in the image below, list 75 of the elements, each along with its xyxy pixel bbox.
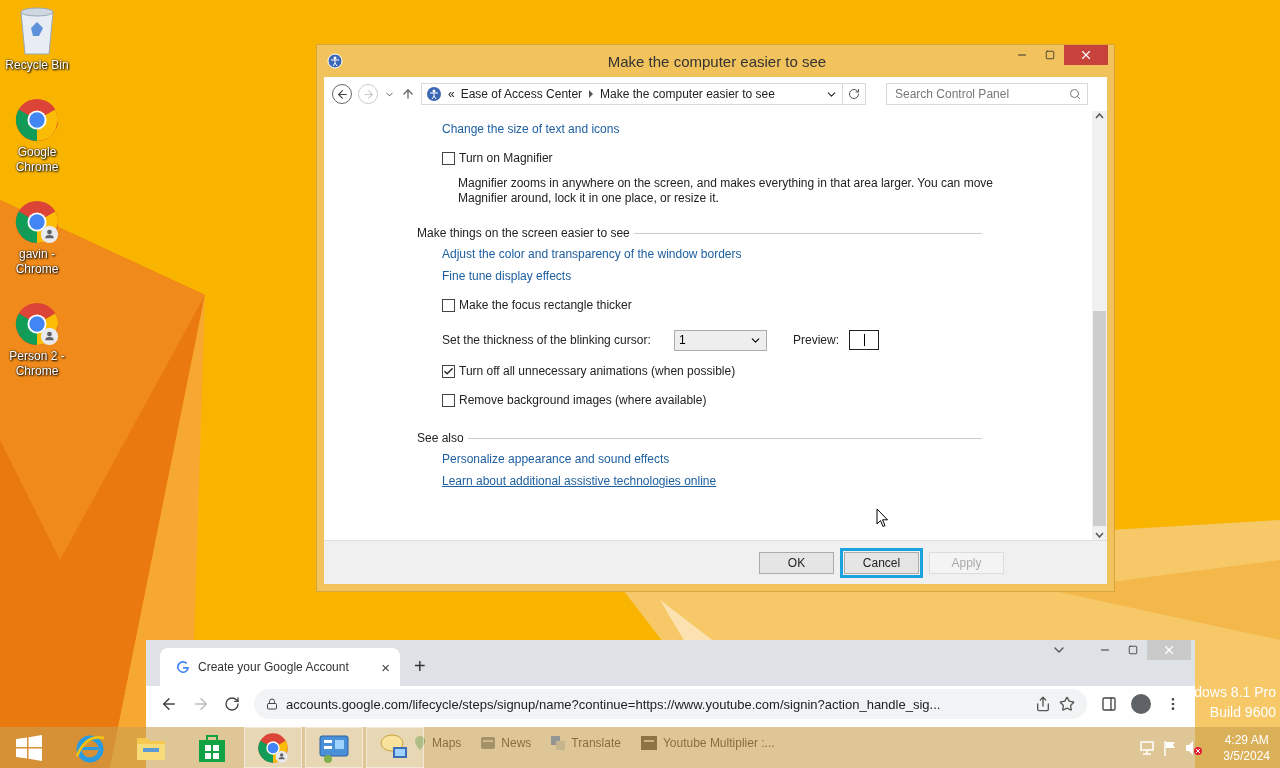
thickness-dropdown[interactable]: 1 xyxy=(674,329,767,351)
chrome-profile-shortcut-icon xyxy=(14,301,60,347)
refresh-icon xyxy=(848,88,860,100)
link[interactable]: Change the size of text and icons xyxy=(442,118,620,140)
translate-icon xyxy=(551,736,566,750)
url-text: accounts.google.com/lifecycle/steps/signup/name?continue=https://www.youtube.com/signin?action_handle_sig... xyxy=(286,696,942,712)
google-g-icon xyxy=(176,660,190,674)
map-pin-icon xyxy=(414,736,426,750)
control-panel-icon xyxy=(318,732,350,763)
check-icon xyxy=(443,365,454,377)
ease-of-access-icon xyxy=(327,53,343,69)
share-icon[interactable] xyxy=(1035,696,1051,712)
taskbar-app-button[interactable] xyxy=(244,727,302,768)
profile-avatar[interactable] xyxy=(1131,694,1151,714)
field-label: Preview: xyxy=(793,333,839,347)
ease-of-access-icon xyxy=(426,86,442,102)
up-button[interactable] xyxy=(401,87,415,101)
windows-edition-text: Build 9600 xyxy=(1209,704,1276,720)
link[interactable]: Adjust the color and transparency of the window borders xyxy=(442,243,742,265)
checkbox[interactable]: Make the focus rectangle thicker xyxy=(442,294,632,316)
taskbar-app-button[interactable] xyxy=(305,727,363,768)
window-title: Make the computer easier to see xyxy=(606,52,828,70)
news-icon xyxy=(481,737,496,749)
section-heading: See also xyxy=(417,431,464,445)
breadcrumb-prefix: « xyxy=(448,87,455,101)
description-text: Magnifier zooms in anywhere on the screen, and makes everything in that area larger. You can move Magnifier around, lock it in one place, or resize it. xyxy=(458,176,994,206)
chrome-profile-shortcut-icon xyxy=(14,199,60,245)
search-field[interactable]: Search Control Panel xyxy=(886,83,1088,105)
close-icon xyxy=(1079,48,1093,62)
search-icon xyxy=(1069,88,1081,100)
tab-close-button[interactable]: × xyxy=(381,658,390,676)
reload-icon[interactable] xyxy=(224,696,240,712)
mouse-pointer-icon xyxy=(876,508,889,528)
cursor-preview xyxy=(849,330,879,350)
link[interactable]: Fine tune display effects xyxy=(442,265,572,287)
address-bar[interactable]: accounts.google.com/lifecycle/steps/signup/name?continue=https://www.youtube.com/signin?action_handle_sig... xyxy=(254,689,1087,719)
star-icon[interactable] xyxy=(1059,696,1075,712)
lock-icon xyxy=(266,698,278,710)
up-arrow-icon xyxy=(401,87,415,101)
recycle-bin-icon xyxy=(17,6,57,56)
breadcrumb-arrow-icon xyxy=(588,90,595,98)
browser-tab[interactable]: Create your Google Account × xyxy=(160,648,400,686)
maximize-icon xyxy=(1045,50,1055,60)
breadcrumb-item[interactable]: Ease of Access Center xyxy=(460,87,583,101)
address-bar[interactable]: « Ease of Access Center Make the computer easier to see xyxy=(421,83,843,105)
speaker-muted-icon[interactable] xyxy=(1185,739,1204,756)
checkbox[interactable]: Turn on Magnifier xyxy=(442,147,553,169)
chrome-icon xyxy=(257,731,289,764)
scroll-up-icon[interactable] xyxy=(1095,113,1104,119)
link[interactable]: Learn about additional assistive technologies online xyxy=(442,470,717,492)
scroll-down-icon[interactable] xyxy=(1095,532,1104,538)
link[interactable]: Personalize appearance and sound effects xyxy=(442,448,670,470)
chrome-shortcut-icon xyxy=(14,97,60,143)
tab-title: Create your Google Account xyxy=(198,660,350,674)
side-panel-icon[interactable] xyxy=(1101,696,1117,712)
back-button[interactable] xyxy=(332,84,352,104)
dialog-button[interactable]: OK xyxy=(759,551,834,574)
back-arrow-icon xyxy=(335,87,349,101)
back-icon[interactable] xyxy=(160,695,178,713)
checkbox[interactable]: Remove background images (where available) xyxy=(442,389,707,411)
close-icon xyxy=(1162,643,1176,657)
refresh-button[interactable] xyxy=(842,83,866,105)
forward-arrow-icon xyxy=(361,87,375,101)
taskbar-app-button[interactable] xyxy=(366,727,424,768)
field-label: Set the thickness of the blinking cursor: xyxy=(442,333,652,347)
store-bag-icon xyxy=(198,732,226,763)
app-icon xyxy=(640,736,657,750)
checkbox[interactable]: Turn off all unnecessary animations (when possible) xyxy=(442,360,736,382)
windows-edition-text: dows 8.1 Pro xyxy=(1194,684,1276,700)
maximize-icon xyxy=(1128,645,1138,655)
windows-logo-icon xyxy=(16,734,42,761)
scrollbar[interactable] xyxy=(1092,111,1107,540)
breadcrumb-item[interactable]: Make the computer easier to see xyxy=(600,87,775,101)
new-tab-button[interactable]: + xyxy=(414,655,426,678)
section-heading: Make things on the screen easier to see xyxy=(417,226,630,240)
